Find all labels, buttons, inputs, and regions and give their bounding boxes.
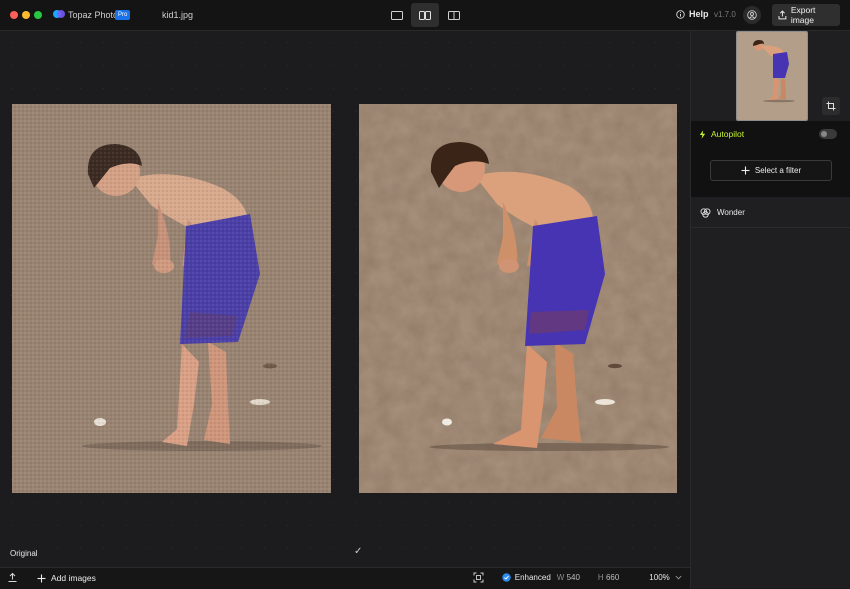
user-icon	[747, 10, 757, 20]
help-label: Help	[689, 9, 709, 19]
upload-button[interactable]	[7, 572, 18, 585]
right-sidebar: Autopilot Select a filter Wonder	[690, 31, 850, 588]
original-image[interactable]	[12, 104, 331, 493]
enhanced-image[interactable]	[359, 104, 677, 493]
single-view-icon	[391, 10, 403, 20]
image-canvas[interactable]	[0, 31, 690, 566]
pro-badge: Pro	[115, 10, 131, 20]
minimize-window-button[interactable]	[22, 11, 30, 19]
app-name: Topaz Photo	[68, 10, 119, 20]
wonder-label: Wonder	[717, 208, 745, 217]
app-version: v1.7.0	[714, 10, 736, 19]
wonder-icon	[700, 207, 711, 218]
app-logo-icon	[53, 10, 65, 19]
open-file-tab[interactable]: kid1.jpg	[162, 10, 193, 20]
original-label: Original	[10, 549, 38, 558]
wonder-filter-item[interactable]: Wonder	[691, 198, 850, 228]
export-icon	[778, 10, 787, 20]
image-width: W 540	[556, 573, 580, 582]
plus-icon	[37, 574, 46, 582]
autopilot-header: Autopilot	[699, 129, 744, 139]
autopilot-label: Autopilot	[711, 129, 745, 139]
side-by-side-view-button[interactable]	[411, 3, 439, 27]
autopilot-panel: Autopilot Select a filter	[691, 121, 850, 197]
export-label: Export image	[790, 5, 816, 25]
enhanced-status[interactable]: Enhanced	[502, 573, 551, 582]
chevron-down-icon	[675, 575, 682, 580]
plus-icon	[741, 166, 750, 175]
autopilot-toggle[interactable]	[819, 129, 837, 139]
check-circle-icon	[502, 573, 511, 582]
side-by-side-icon	[419, 10, 431, 20]
image-info: Enhanced W 540 H 660 100%	[473, 572, 682, 583]
crop-icon	[826, 101, 836, 111]
split-view-button[interactable]	[440, 3, 468, 27]
account-button[interactable]	[743, 6, 761, 24]
split-view-icon	[448, 10, 460, 20]
image-height: H 660	[597, 573, 620, 582]
export-image-button[interactable]: Export image	[772, 4, 840, 26]
select-filter-label: Select a filter	[754, 166, 802, 175]
lightning-icon	[699, 129, 706, 139]
crop-button[interactable]	[822, 97, 840, 115]
image-thumbnail[interactable]	[736, 31, 808, 121]
zoom-select[interactable]: 100%	[649, 573, 682, 582]
title-bar: Topaz Photo Pro kid1.jpg Help v1.7.0 Exp…	[0, 0, 850, 31]
single-view-button[interactable]	[383, 3, 411, 27]
select-filter-button[interactable]: Select a filter	[710, 160, 832, 181]
maximize-window-button[interactable]	[34, 11, 42, 19]
add-images-label: Add images	[51, 573, 96, 583]
upload-icon	[8, 572, 17, 582]
bottom-toolbar: Add images Enhanced W 540 H 660 100%	[0, 567, 690, 589]
compare-check-icon[interactable]: ✓	[354, 546, 362, 557]
add-images-button[interactable]: Add images	[37, 573, 96, 583]
info-icon	[676, 9, 685, 19]
fit-screen-icon[interactable]	[473, 572, 484, 583]
help-button[interactable]: Help	[676, 9, 709, 19]
close-window-button[interactable]	[10, 11, 18, 19]
enhanced-label: Enhanced	[514, 573, 551, 582]
